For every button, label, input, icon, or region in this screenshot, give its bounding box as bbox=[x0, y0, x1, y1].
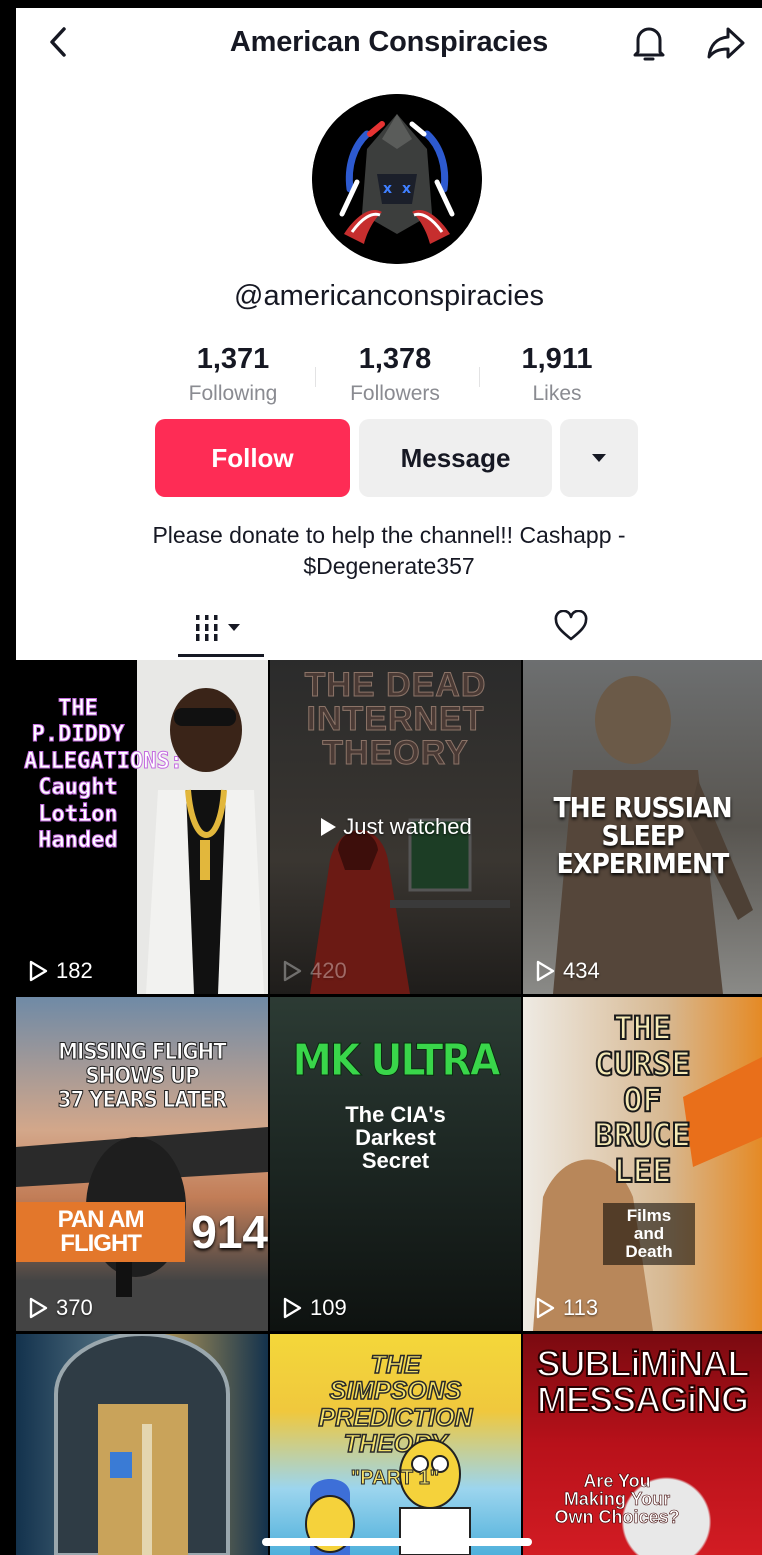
view-count: 370 bbox=[28, 1295, 93, 1321]
bio-line: Please donate to help the channel!! Cash… bbox=[152, 522, 626, 548]
followers-count: 1,378 bbox=[358, 343, 432, 375]
video-tile[interactable]: MK ULTRA The CIA's Darkest Secret 109 bbox=[270, 997, 521, 1331]
video-tile[interactable]: THE P.DIDDY ALLEGATIONS: Caught Lotion H… bbox=[16, 660, 268, 994]
svg-text:x: x bbox=[402, 181, 411, 197]
video-tile[interactable]: SUBLiMiNAL MESSAGiNG Are You Making Your… bbox=[523, 1334, 762, 1555]
video-cover-title: THE P.DIDDY ALLEGATIONS: Caught Lotion H… bbox=[24, 695, 184, 853]
video-tile[interactable]: THE SIMPSONS PREDICTION THEORY "PART 1" bbox=[270, 1334, 521, 1555]
screen-left-edge bbox=[0, 0, 16, 1555]
stat-following[interactable]: 1,371 Following bbox=[158, 343, 308, 406]
video-cover-subtitle: Are You Making Your Own Choices? bbox=[554, 1471, 680, 1527]
follow-button[interactable]: Follow bbox=[155, 419, 350, 497]
video-cover-title: THE CURSE OF BRUCE LEE bbox=[593, 1009, 691, 1191]
message-button[interactable]: Message bbox=[359, 419, 552, 497]
followers-label: Followers bbox=[350, 382, 440, 405]
video-cover-title: MK ULTRA bbox=[292, 1035, 501, 1086]
stat-divider bbox=[479, 367, 480, 387]
suggested-accounts-button[interactable] bbox=[560, 419, 638, 497]
video-cover-title: THE RUSSIAN SLEEP EXPERIMENT bbox=[553, 791, 732, 880]
tab-videos[interactable] bbox=[178, 600, 264, 656]
notifications-button[interactable] bbox=[628, 22, 670, 64]
profile-tabs bbox=[16, 600, 762, 660]
vault-door-illustration bbox=[54, 1334, 230, 1555]
view-count: 434 bbox=[535, 958, 600, 984]
video-cover-title: MISSING FLIGHT SHOWS UP 37 YEARS LATER bbox=[57, 1040, 227, 1114]
username-handle: @americanconspiracies bbox=[234, 280, 544, 312]
play-filled-icon bbox=[321, 818, 337, 836]
play-outline-icon bbox=[283, 1297, 302, 1319]
home-indicator[interactable] bbox=[262, 1538, 532, 1546]
view-count: 109 bbox=[282, 1295, 347, 1321]
video-tile[interactable]: MISSING FLIGHT SHOWS UP 37 YEARS LATER P… bbox=[16, 997, 268, 1331]
profile-bio: Please donate to help the channel!! Cash… bbox=[76, 520, 702, 582]
bio-line: $Degenerate357 bbox=[303, 553, 475, 579]
profile-stats: 1,371 Following 1,378 Followers 1,911 Li… bbox=[174, 343, 614, 413]
video-cover-caption: PAN AM FLIGHT 914 bbox=[16, 1202, 268, 1262]
video-cover-subtitle: "PART 1" bbox=[350, 1467, 440, 1489]
video-cover-subtitle: The CIA's Darkest Secret bbox=[345, 1102, 446, 1174]
heart-outline-icon bbox=[554, 610, 588, 641]
stat-followers[interactable]: 1,378 Followers bbox=[320, 343, 470, 406]
likes-count: 1,911 bbox=[521, 343, 593, 375]
tab-liked[interactable] bbox=[546, 604, 596, 648]
video-tile[interactable] bbox=[16, 1334, 268, 1555]
play-outline-icon bbox=[536, 1297, 555, 1319]
play-outline-icon bbox=[536, 960, 555, 982]
play-outline-icon bbox=[29, 1297, 48, 1319]
video-tile[interactable]: THE RUSSIAN SLEEP EXPERIMENT 434 bbox=[523, 660, 762, 994]
video-cover-title: SUBLiMiNAL MESSAGiNG bbox=[536, 1343, 751, 1420]
stat-likes: 1,911 Likes bbox=[482, 343, 632, 406]
video-cover-subtitle: Films and Death bbox=[603, 1203, 695, 1265]
following-label: Following bbox=[188, 382, 278, 405]
just-watched-badge: Just watched bbox=[270, 814, 521, 840]
grid-videos-icon bbox=[196, 615, 240, 641]
avatar[interactable]: x x bbox=[312, 94, 482, 264]
video-tile[interactable]: THE CURSE OF BRUCE LEE Films and Death 1… bbox=[523, 997, 762, 1331]
person-illustration bbox=[146, 688, 264, 994]
view-count: 420 bbox=[282, 958, 347, 984]
bell-icon bbox=[633, 27, 665, 61]
video-cover-title: THE DEAD INTERNET THEORY bbox=[304, 666, 487, 772]
following-count: 1,371 bbox=[196, 343, 270, 375]
view-count: 182 bbox=[28, 958, 93, 984]
svg-text:x: x bbox=[383, 181, 392, 197]
share-arrow-icon bbox=[707, 27, 745, 59]
caret-down-icon bbox=[592, 454, 606, 462]
hooded-figure-logo-icon: x x bbox=[312, 94, 482, 264]
profile-panel: American Conspiracies x x @americanconsp… bbox=[16, 8, 762, 660]
share-button[interactable] bbox=[704, 22, 748, 64]
active-tab-indicator bbox=[178, 654, 264, 657]
cartoon-family-illustration bbox=[305, 1439, 471, 1555]
likes-label: Likes bbox=[532, 382, 582, 405]
play-outline-icon bbox=[29, 960, 48, 982]
play-outline-icon bbox=[283, 960, 302, 982]
video-tile[interactable]: THE DEAD INTERNET THEORY Just watched 42… bbox=[270, 660, 521, 994]
view-count: 113 bbox=[535, 1295, 598, 1321]
top-bar: American Conspiracies bbox=[16, 8, 762, 78]
stat-divider bbox=[315, 367, 316, 387]
video-grid: THE P.DIDDY ALLEGATIONS: Caught Lotion H… bbox=[16, 660, 762, 1555]
